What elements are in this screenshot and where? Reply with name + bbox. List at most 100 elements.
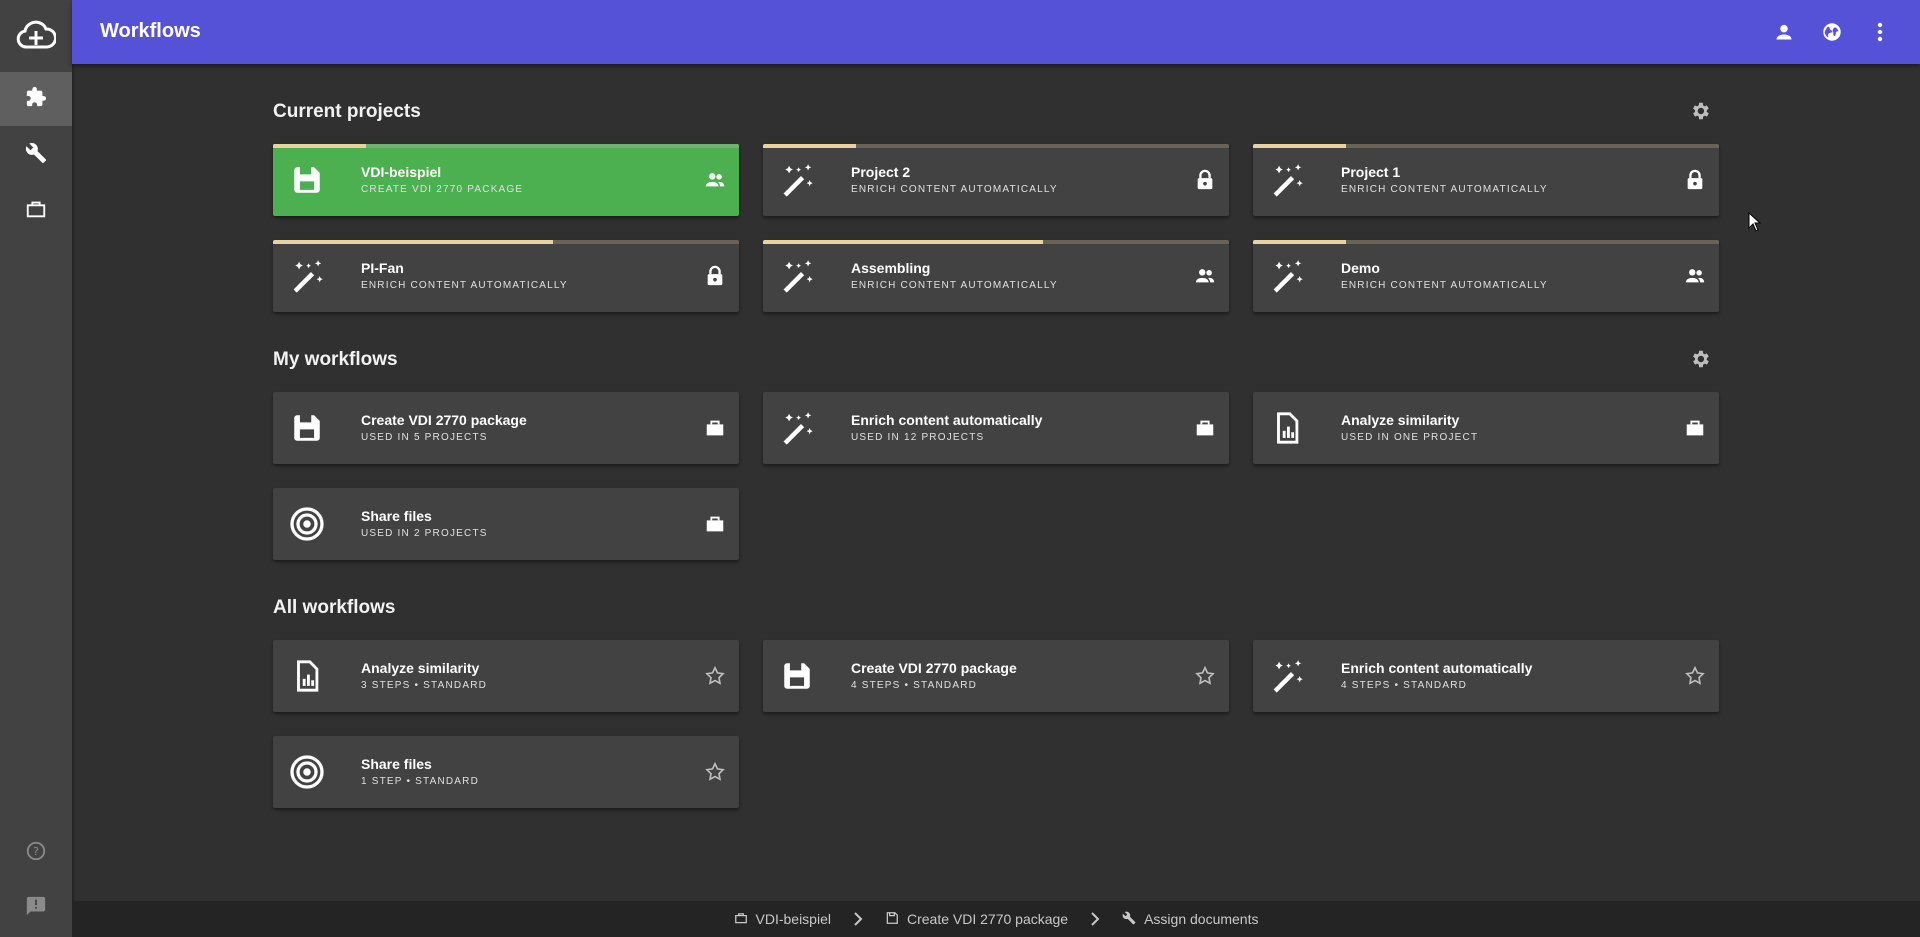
section-title-current-projects: Current projects xyxy=(273,101,421,122)
workflow-card[interactable]: Create VDI 2770 package 4 steps • Standar… xyxy=(763,640,1229,712)
progress-bar xyxy=(273,240,739,244)
magic-wand-icon xyxy=(1267,656,1307,696)
card-title: PI-Fan xyxy=(361,260,404,276)
card-subtitle: Used in 5 projects xyxy=(361,432,488,443)
card-subtitle: 1 step • Standard xyxy=(361,776,479,787)
sidebar-item-projects[interactable] xyxy=(0,184,72,238)
star-outline-icon[interactable] xyxy=(1191,662,1219,690)
card-title: Demo xyxy=(1341,260,1380,276)
help-button[interactable]: ? xyxy=(0,826,72,880)
briefcase-icon[interactable] xyxy=(1191,414,1219,442)
lock-icon[interactable] xyxy=(701,262,729,290)
card-title: Enrich content automatically xyxy=(851,412,1043,428)
chevron-right-icon xyxy=(1090,912,1100,926)
file-chart-icon xyxy=(287,656,327,696)
group-icon[interactable] xyxy=(1681,262,1709,290)
feedback-button[interactable] xyxy=(0,881,72,935)
breadcrumb-label: VDI-beispiel xyxy=(755,911,831,927)
card-title: Project 2 xyxy=(851,164,911,180)
briefcase-icon[interactable] xyxy=(701,510,729,538)
workflow-card[interactable]: Share files 1 step • Standard xyxy=(273,736,739,808)
top-app-bar: Workflows xyxy=(72,0,1920,64)
group-icon[interactable] xyxy=(701,166,729,194)
card-subtitle: 4 steps • Standard xyxy=(851,680,978,691)
floppy-outline-icon xyxy=(885,911,899,928)
current-projects-settings-button[interactable] xyxy=(1686,99,1714,127)
group-icon[interactable] xyxy=(1191,262,1219,290)
target-icon xyxy=(287,504,327,544)
magic-wand-icon xyxy=(287,256,327,296)
my-workflow-card[interactable]: Create VDI 2770 package Used in 5 project… xyxy=(273,392,739,464)
breadcrumb-project[interactable]: VDI-beispiel xyxy=(734,911,831,928)
lock-icon[interactable] xyxy=(1681,166,1709,194)
project-card[interactable]: PI-Fan Enrich content automatically xyxy=(273,240,739,312)
card-subtitle: Used in one project xyxy=(1341,432,1479,443)
card-title: VDI-beispiel xyxy=(361,164,442,180)
workflow-card[interactable]: Analyze similarity 3 steps • Standard xyxy=(273,640,739,712)
star-outline-icon[interactable] xyxy=(1681,662,1709,690)
card-subtitle: Create VDI 2770 package xyxy=(361,184,524,195)
gear-icon xyxy=(1689,100,1711,127)
svg-text:?: ? xyxy=(33,845,39,858)
sidebar: ? xyxy=(0,0,72,937)
progress-bar xyxy=(1253,144,1719,148)
mouse-cursor-icon xyxy=(1748,211,1762,237)
cloud-plus-icon[interactable] xyxy=(0,0,72,70)
briefcase-icon[interactable] xyxy=(1681,414,1709,442)
card-subtitle: Enrich content automatically xyxy=(851,184,1058,195)
sidebar-item-workflows[interactable] xyxy=(0,72,72,126)
breadcrumb-workflow[interactable]: Create VDI 2770 package xyxy=(885,911,1068,928)
card-title: Assembling xyxy=(851,260,931,276)
magic-wand-icon xyxy=(777,256,817,296)
section-title-all-workflows: All workflows xyxy=(273,597,396,618)
briefcase-icon xyxy=(25,198,47,225)
breadcrumb-step[interactable]: Assign documents xyxy=(1122,911,1259,928)
project-card[interactable]: Assembling Enrich content automatically xyxy=(763,240,1229,312)
card-subtitle: Enrich content automatically xyxy=(361,280,568,291)
progress-fill xyxy=(1253,144,1347,148)
magic-wand-icon xyxy=(777,408,817,448)
card-title: Create VDI 2770 package xyxy=(851,660,1017,676)
my-workflow-card[interactable]: Enrich content automatically Used in 12 p… xyxy=(763,392,1229,464)
progress-bar xyxy=(763,240,1229,244)
my-workflow-card[interactable]: Share files Used in 2 projects xyxy=(273,488,739,560)
chevron-right-icon xyxy=(853,912,863,926)
floppy-icon xyxy=(777,656,817,696)
progress-bar xyxy=(273,144,739,148)
magic-wand-icon xyxy=(1267,160,1307,200)
briefcase-icon[interactable] xyxy=(701,414,729,442)
globe-icon[interactable] xyxy=(1816,16,1848,48)
lock-icon[interactable] xyxy=(1191,166,1219,194)
wrench-icon xyxy=(1122,911,1136,928)
wrench-icon xyxy=(25,142,47,169)
floppy-icon xyxy=(287,408,327,448)
workflow-card[interactable]: Enrich content automatically 4 steps • St… xyxy=(1253,640,1719,712)
gear-icon xyxy=(1689,348,1711,375)
sidebar-item-tools[interactable] xyxy=(0,128,72,182)
progress-fill xyxy=(273,240,553,244)
floppy-icon xyxy=(287,160,327,200)
feedback-icon xyxy=(25,895,47,922)
card-subtitle: Enrich content automatically xyxy=(1341,184,1548,195)
project-card[interactable]: Demo Enrich content automatically xyxy=(1253,240,1719,312)
project-card[interactable]: Project 1 Enrich content automatically xyxy=(1253,144,1719,216)
account-icon[interactable] xyxy=(1768,16,1800,48)
breadcrumb: VDI-beispiel Create VDI 2770 package Ass… xyxy=(72,901,1920,937)
card-subtitle: 3 steps • Standard xyxy=(361,680,488,691)
card-title: Create VDI 2770 package xyxy=(361,412,527,428)
project-card[interactable]: Project 2 Enrich content automatically xyxy=(763,144,1229,216)
my-workflow-card[interactable]: Analyze similarity Used in one project xyxy=(1253,392,1719,464)
breadcrumb-label: Create VDI 2770 package xyxy=(906,911,1069,927)
magic-wand-icon xyxy=(1267,256,1307,296)
project-card[interactable]: VDI-beispiel Create VDI 2770 package xyxy=(273,144,739,216)
star-outline-icon[interactable] xyxy=(701,662,729,690)
more-vert-icon[interactable] xyxy=(1864,16,1896,48)
card-subtitle: Used in 12 projects xyxy=(851,432,985,443)
section-title-my-workflows: My workflows xyxy=(273,349,398,370)
page-title: Workflows xyxy=(100,20,201,42)
magic-wand-icon xyxy=(777,160,817,200)
my-workflows-settings-button[interactable] xyxy=(1686,347,1714,375)
target-icon xyxy=(287,752,327,792)
star-outline-icon[interactable] xyxy=(701,758,729,786)
card-subtitle: Enrich content automatically xyxy=(851,280,1058,291)
